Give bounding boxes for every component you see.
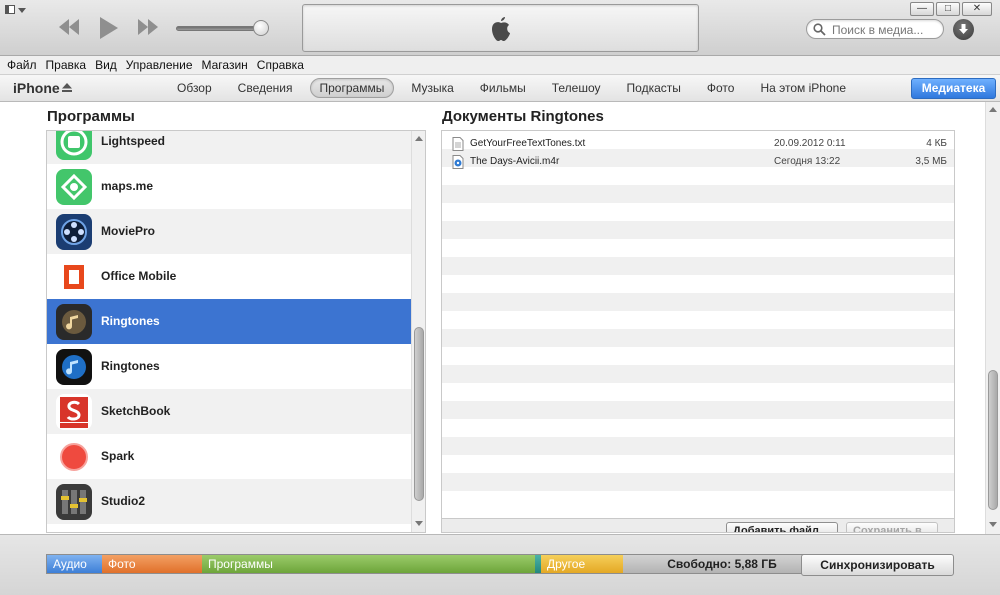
library-button[interactable]: Медиатека bbox=[911, 78, 996, 99]
previous-track-icon[interactable] bbox=[57, 17, 81, 37]
scroll-down-icon[interactable] bbox=[415, 521, 423, 526]
scrollbar-thumb[interactable] bbox=[988, 370, 998, 510]
file-name: GetYourFreeTextTones.txt bbox=[470, 138, 586, 149]
app-name: Office Mobile bbox=[101, 269, 177, 283]
app-name: SketchBook bbox=[101, 404, 171, 418]
tab-overview[interactable]: Обзор bbox=[168, 78, 221, 98]
downloads-button[interactable] bbox=[953, 19, 974, 40]
apple-logo-icon bbox=[489, 15, 513, 48]
device-nav-bar: iPhone Обзор Сведения Программы Музыка Ф… bbox=[0, 75, 1000, 102]
download-arrow-icon bbox=[959, 24, 968, 34]
add-file-button[interactable]: Добавить файл... bbox=[726, 522, 838, 532]
app-name: maps.me bbox=[101, 179, 154, 193]
app-name: Studio2 bbox=[101, 494, 145, 508]
scroll-up-icon[interactable] bbox=[989, 107, 997, 112]
apps-section-title: Программы bbox=[47, 108, 135, 125]
save-to-button[interactable]: Сохранить в... bbox=[846, 522, 938, 532]
spark-icon bbox=[56, 439, 92, 475]
file-date: 20.09.2012 0:11 bbox=[774, 138, 846, 149]
device-name[interactable]: iPhone bbox=[13, 80, 60, 96]
tab-photos[interactable]: Фото bbox=[698, 78, 744, 98]
apps-list-scrollbar[interactable] bbox=[411, 131, 425, 532]
file-size: 4 КБ bbox=[926, 138, 947, 149]
ringtones-icon bbox=[56, 304, 92, 340]
list-item[interactable]: SketchBook bbox=[47, 389, 411, 434]
scroll-down-icon[interactable] bbox=[989, 522, 997, 527]
eject-icon[interactable] bbox=[62, 83, 72, 92]
menu-view[interactable]: Вид bbox=[95, 58, 117, 72]
menu-controls[interactable]: Управление bbox=[126, 58, 193, 72]
minimize-button[interactable]: — bbox=[910, 2, 934, 16]
scrollbar-thumb[interactable] bbox=[414, 327, 424, 501]
capacity-other: Другое bbox=[541, 555, 623, 573]
window-menu-icon[interactable] bbox=[5, 5, 29, 17]
search-icon bbox=[813, 23, 826, 36]
capacity-bar: Аудио Фото Программы Другое Свободно: 5,… bbox=[46, 554, 822, 574]
text-file-icon bbox=[452, 137, 464, 151]
list-item[interactable]: Office Mobile bbox=[47, 254, 411, 299]
list-item[interactable]: MoviePro bbox=[47, 209, 411, 254]
file-size: 3,5 МБ bbox=[915, 156, 947, 167]
player-toolbar: — □ ✕ bbox=[0, 0, 1000, 56]
volume-slider[interactable] bbox=[176, 26, 262, 31]
storage-bar-area: Аудио Фото Программы Другое Свободно: 5,… bbox=[0, 534, 1000, 595]
list-item[interactable]: Lightspeed bbox=[47, 131, 411, 164]
mapsme-icon bbox=[56, 169, 92, 205]
table-row[interactable]: GetYourFreeTextTones.txt 20.09.2012 0:11… bbox=[442, 135, 954, 153]
menu-store[interactable]: Магазин bbox=[202, 58, 248, 72]
device-tabs: Обзор Сведения Программы Музыка Фильмы Т… bbox=[168, 78, 863, 98]
restore-button[interactable]: □ bbox=[936, 2, 960, 16]
status-display bbox=[302, 4, 699, 52]
tab-apps[interactable]: Программы bbox=[309, 78, 395, 98]
play-icon[interactable] bbox=[98, 15, 120, 41]
tab-music[interactable]: Музыка bbox=[402, 78, 462, 98]
close-button[interactable]: ✕ bbox=[962, 2, 992, 16]
documents-list: GetYourFreeTextTones.txt 20.09.2012 0:11… bbox=[441, 130, 955, 533]
tab-podcasts[interactable]: Подкасты bbox=[618, 78, 690, 98]
list-item[interactable]: maps.me bbox=[47, 164, 411, 209]
volume-knob[interactable] bbox=[253, 20, 269, 36]
sketchbook-icon bbox=[56, 394, 92, 430]
tab-on-this-iphone[interactable]: На этом iPhone bbox=[751, 78, 855, 98]
sync-button[interactable]: Синхронизировать bbox=[801, 554, 954, 576]
capacity-photo: Фото bbox=[102, 555, 202, 573]
file-date: Сегодня 13:22 bbox=[774, 156, 841, 167]
tab-tv-shows[interactable]: Телешоу bbox=[543, 78, 610, 98]
moviepro-icon bbox=[56, 214, 92, 250]
menu-bar: Файл Правка Вид Управление Магазин Справ… bbox=[0, 56, 1000, 75]
documents-actions: Добавить файл... Сохранить в... bbox=[442, 518, 954, 532]
capacity-audio: Аудио bbox=[47, 555, 102, 573]
ringtones-blue-icon bbox=[56, 349, 92, 385]
capacity-apps: Программы bbox=[202, 555, 535, 573]
table-row[interactable]: The Days-Avicii.m4r Сегодня 13:22 3,5 МБ bbox=[442, 153, 954, 171]
list-item[interactable]: Ringtones bbox=[47, 344, 411, 389]
documents-section-title: Документы Ringtones bbox=[442, 108, 604, 125]
file-name: The Days-Avicii.m4r bbox=[470, 156, 560, 167]
tab-info[interactable]: Сведения bbox=[229, 78, 302, 98]
list-item-selected[interactable]: Ringtones bbox=[47, 299, 411, 344]
app-name: Spark bbox=[101, 449, 135, 463]
app-name: Ringtones bbox=[101, 359, 160, 373]
audio-file-icon bbox=[452, 155, 464, 169]
search-input[interactable] bbox=[832, 22, 940, 37]
search-field[interactable] bbox=[806, 19, 944, 39]
menu-edit[interactable]: Правка bbox=[46, 58, 87, 72]
menu-file[interactable]: Файл bbox=[7, 58, 37, 72]
page-scrollbar[interactable] bbox=[985, 102, 1000, 534]
list-item[interactable]: Spark bbox=[47, 434, 411, 479]
tab-movies[interactable]: Фильмы bbox=[471, 78, 535, 98]
studio2-icon bbox=[56, 484, 92, 520]
scroll-up-icon[interactable] bbox=[415, 136, 423, 141]
office-icon bbox=[56, 259, 92, 295]
next-track-icon[interactable] bbox=[136, 17, 160, 37]
list-item[interactable]: Studio2 bbox=[47, 479, 411, 524]
capacity-free: Свободно: 5,88 ГБ bbox=[623, 555, 821, 573]
app-name: MoviePro bbox=[101, 224, 156, 238]
app-name: Ringtones bbox=[101, 314, 160, 328]
menu-help[interactable]: Справка bbox=[257, 58, 304, 72]
apps-list: Lightspeed maps.me MoviePro Office Mobil… bbox=[46, 130, 426, 533]
lightspeed-icon bbox=[56, 131, 92, 160]
app-name: Lightspeed bbox=[101, 134, 166, 148]
